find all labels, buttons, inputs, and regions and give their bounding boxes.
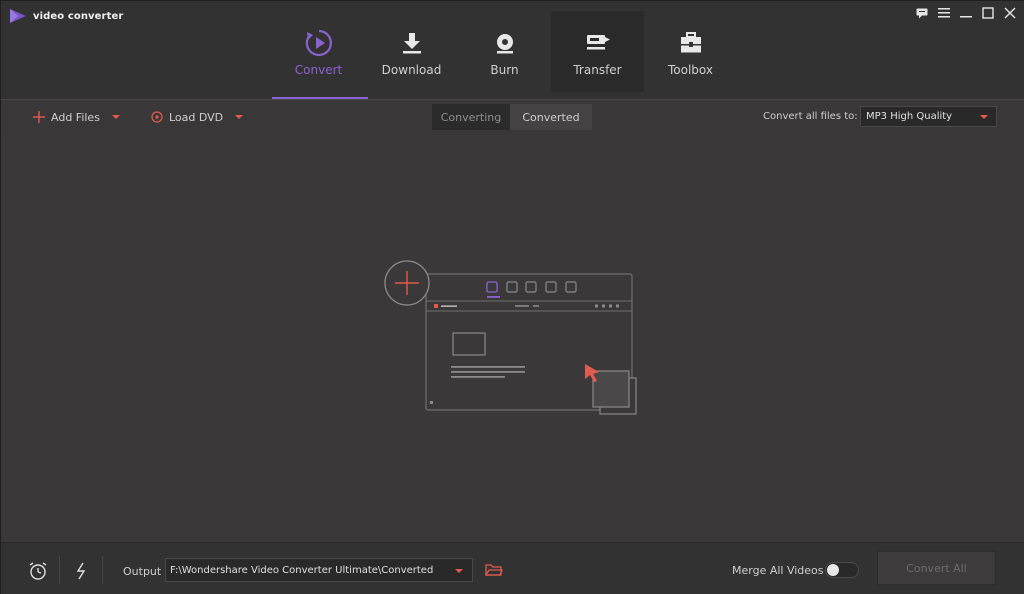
lightning-icon[interactable] bbox=[71, 561, 91, 581]
tab-toolbox-label: Toolbox bbox=[668, 63, 713, 77]
toolbar: Add Files Load DVD Converting Converted … bbox=[1, 100, 1024, 135]
tab-convert[interactable]: Convert bbox=[272, 11, 365, 92]
app-title: video converter bbox=[33, 10, 124, 22]
tab-toolbox[interactable]: Toolbox bbox=[644, 11, 737, 92]
tab-converting[interactable]: Converting bbox=[432, 104, 510, 130]
download-icon bbox=[402, 33, 421, 54]
app-window: video converter Convert Download Burn Tr… bbox=[0, 0, 1024, 594]
dvd-icon bbox=[151, 111, 163, 123]
file-drop-area[interactable] bbox=[1, 135, 1024, 542]
footer-divider bbox=[59, 556, 60, 584]
merge-all-videos-toggle[interactable] bbox=[825, 562, 859, 578]
tab-converted[interactable]: Converted bbox=[510, 104, 592, 130]
tab-burn-label: Burn bbox=[490, 63, 519, 77]
add-files-label: Add Files bbox=[51, 110, 100, 124]
load-dvd-dropdown-icon[interactable] bbox=[235, 115, 244, 119]
output-label: Output bbox=[123, 565, 162, 578]
load-dvd-button[interactable]: Load DVD bbox=[151, 109, 244, 125]
load-dvd-label: Load DVD bbox=[169, 110, 224, 124]
output-format-value: MP3 High Quality bbox=[866, 111, 953, 122]
tab-transfer[interactable]: Transfer bbox=[551, 11, 644, 92]
header: video converter Convert Download Burn Tr… bbox=[1, 1, 1024, 99]
menu-icon[interactable] bbox=[935, 5, 953, 21]
merge-all-videos-label: Merge All Videos bbox=[732, 564, 824, 577]
tab-burn[interactable]: Burn bbox=[458, 11, 551, 92]
toolbox-icon bbox=[680, 32, 701, 53]
transfer-icon bbox=[586, 35, 610, 50]
plus-icon bbox=[33, 111, 45, 123]
convert-icon bbox=[305, 29, 332, 57]
output-path-value: F:\Wondershare Video Converter Ultimate\… bbox=[170, 564, 434, 576]
add-files-button[interactable]: Add Files bbox=[33, 109, 120, 125]
footer-divider bbox=[102, 556, 103, 584]
status-segment: Converting Converted bbox=[432, 104, 592, 130]
output-format-select[interactable]: MP3 High Quality bbox=[860, 106, 997, 127]
close-icon[interactable] bbox=[1001, 5, 1019, 21]
burn-icon bbox=[496, 34, 513, 54]
tab-download-label: Download bbox=[381, 63, 442, 77]
convert-all-files-label: Convert all files to: bbox=[763, 111, 858, 122]
minimize-icon[interactable] bbox=[957, 5, 975, 21]
convert-all-button[interactable]: Convert All bbox=[877, 551, 996, 585]
output-path-select[interactable]: F:\Wondershare Video Converter Ultimate\… bbox=[165, 558, 473, 582]
add-files-dropdown-icon[interactable] bbox=[111, 115, 120, 119]
window-controls bbox=[913, 5, 1019, 21]
maximize-icon[interactable] bbox=[979, 5, 997, 21]
tab-download[interactable]: Download bbox=[365, 11, 458, 92]
footer: Output F:\Wondershare Video Converter Ul… bbox=[1, 542, 1024, 594]
toggle-knob bbox=[827, 564, 839, 576]
chevron-down-icon bbox=[455, 569, 463, 573]
folder-icon[interactable] bbox=[485, 562, 503, 578]
main-tabs: Convert Download Burn Transfer Toolbox bbox=[272, 11, 737, 99]
add-files-illustration[interactable] bbox=[383, 259, 643, 419]
app-logo: video converter bbox=[9, 7, 123, 25]
tab-transfer-label: Transfer bbox=[573, 63, 622, 77]
play-logo-icon bbox=[10, 9, 26, 23]
tab-convert-label: Convert bbox=[294, 63, 343, 77]
feedback-icon[interactable] bbox=[913, 5, 931, 21]
chevron-down-icon bbox=[980, 115, 988, 119]
alarm-clock-icon[interactable] bbox=[28, 561, 48, 581]
